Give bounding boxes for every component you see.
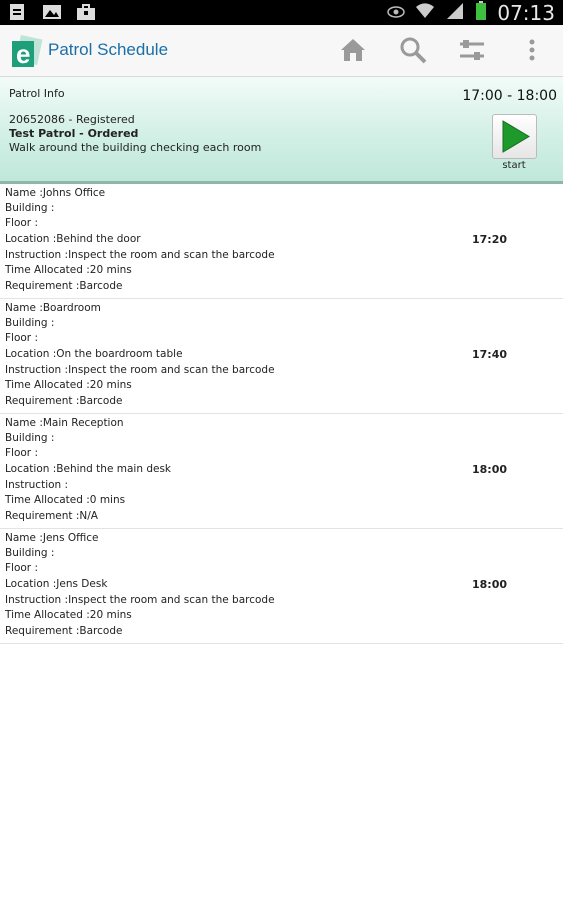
patrol-info-panel: Patrol Info 17:00 - 18:00 20652086 - Reg…	[0, 77, 563, 184]
list-item[interactable]: Name :Jens Office Building : Floor : Loc…	[0, 529, 563, 644]
item-name: Name :Boardroom	[5, 302, 101, 314]
item-instruction: Instruction :Inspect the room and scan t…	[5, 364, 275, 376]
eye-icon	[387, 4, 406, 23]
item-location: Location :Behind the main desk	[5, 463, 171, 475]
app-title: Patrol Schedule	[48, 40, 169, 59]
overflow-menu-icon[interactable]	[517, 35, 547, 65]
item-location: Location :Behind the door	[5, 233, 141, 245]
item-time: 17:20	[472, 233, 508, 246]
item-floor: Floor :	[5, 447, 38, 459]
item-building: Building :	[5, 202, 55, 214]
search-icon[interactable]	[398, 35, 428, 65]
battery-icon	[475, 1, 487, 25]
image-icon	[42, 3, 62, 21]
item-instruction: Instruction :Inspect the room and scan t…	[5, 594, 275, 606]
item-time: 18:00	[472, 463, 508, 476]
signal-icon	[445, 2, 465, 24]
item-building: Building :	[5, 547, 55, 559]
item-time: 17:40	[472, 348, 508, 361]
item-time-allocated: Time Allocated :0 mins	[5, 494, 126, 506]
settings-sliders-icon[interactable]	[457, 35, 487, 65]
item-name: Name :Main Reception	[5, 417, 124, 429]
item-instruction: Instruction :Inspect the room and scan t…	[5, 249, 275, 261]
item-location: Location :On the boardroom table	[5, 348, 183, 360]
list-item[interactable]: Name :Main Reception Building : Floor : …	[0, 414, 563, 529]
svg-text:e: e	[16, 39, 30, 69]
patrol-info-header: Patrol Info	[9, 87, 65, 100]
item-floor: Floor :	[5, 332, 38, 344]
item-time-allocated: Time Allocated :20 mins	[5, 379, 132, 391]
list-item[interactable]: Name :Johns Office Building : Floor : Lo…	[0, 184, 563, 299]
item-time-allocated: Time Allocated :20 mins	[5, 264, 132, 276]
action-bar: e Patrol Schedule	[0, 25, 563, 77]
patrol-name-status: Test Patrol - Ordered	[9, 127, 139, 140]
wifi-icon	[415, 2, 435, 24]
patrol-description: Walk around the building checking each r…	[9, 141, 262, 154]
item-time-allocated: Time Allocated :20 mins	[5, 609, 132, 621]
item-requirement: Requirement :Barcode	[5, 625, 123, 637]
document-icon	[8, 3, 28, 21]
item-name: Name :Johns Office	[5, 187, 106, 199]
item-requirement: Requirement :Barcode	[5, 395, 123, 407]
checkpoint-list: Name :Johns Office Building : Floor : Lo…	[0, 184, 563, 644]
item-building: Building :	[5, 317, 55, 329]
item-requirement: Requirement :N/A	[5, 510, 98, 522]
clock: 07:13	[497, 1, 555, 25]
briefcase-icon	[76, 3, 96, 21]
item-floor: Floor :	[5, 217, 38, 229]
home-icon[interactable]	[338, 35, 368, 65]
start-button[interactable]	[492, 114, 537, 159]
item-requirement: Requirement :Barcode	[5, 280, 123, 292]
item-time: 18:00	[472, 578, 508, 591]
item-instruction: Instruction :	[5, 479, 69, 491]
item-floor: Floor :	[5, 562, 38, 574]
play-icon	[502, 120, 530, 153]
list-item[interactable]: Name :Boardroom Building : Floor : Locat…	[0, 299, 563, 414]
item-building: Building :	[5, 432, 55, 444]
patrol-time-range: 17:00 - 18:00	[462, 88, 557, 104]
patrol-id-status: 20652086 - Registered	[9, 113, 135, 126]
status-bar: 07:13	[0, 0, 563, 25]
app-logo-icon[interactable]: e	[10, 33, 44, 69]
start-label[interactable]: start	[495, 160, 533, 171]
item-location: Location :Jens Desk	[5, 578, 108, 590]
item-name: Name :Jens Office	[5, 532, 99, 544]
